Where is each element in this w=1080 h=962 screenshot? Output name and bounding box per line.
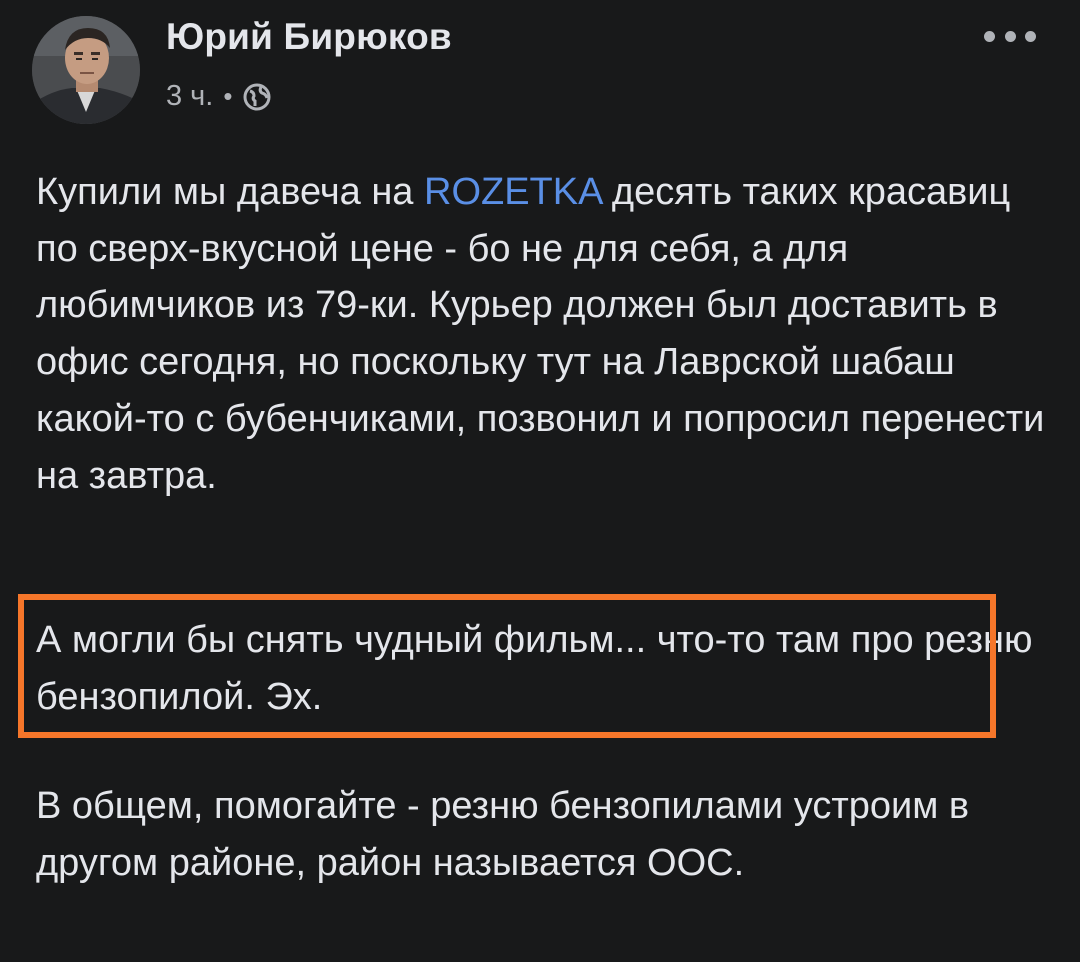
more-horizontal-icon	[1004, 30, 1016, 42]
post-paragraph-2: А могли бы снять чудный фильм... что-то …	[36, 619, 1033, 718]
more-options-button[interactable]	[984, 26, 1036, 46]
more-horizontal-icon	[1025, 30, 1036, 42]
post-paragraph-3: В общем, помогайте - резню бензопилами у…	[36, 785, 970, 884]
meta-separator: •	[223, 81, 233, 111]
post-paragraph-1-end: десять таких красавиц по сверх-вкусной ц…	[36, 171, 1045, 497]
author-name[interactable]: Юрий Бирюков	[166, 16, 452, 58]
mention-link[interactable]: ROZETKA	[424, 171, 601, 213]
avatar[interactable]	[32, 16, 140, 124]
post-meta: 3 ч. •	[166, 80, 272, 113]
post-paragraph-1-start: Купили мы давеча на	[36, 171, 424, 213]
post-time[interactable]: 3 ч.	[166, 80, 213, 113]
post-paragraph-1: Купили мы давеча на ROZETKA десять таких…	[36, 164, 1046, 504]
facebook-post: Юрий Бирюков 3 ч. • Купили мы давеча на …	[0, 0, 1080, 962]
globe-icon	[242, 82, 272, 112]
more-horizontal-icon	[984, 30, 995, 42]
avatar-photo	[32, 16, 140, 124]
